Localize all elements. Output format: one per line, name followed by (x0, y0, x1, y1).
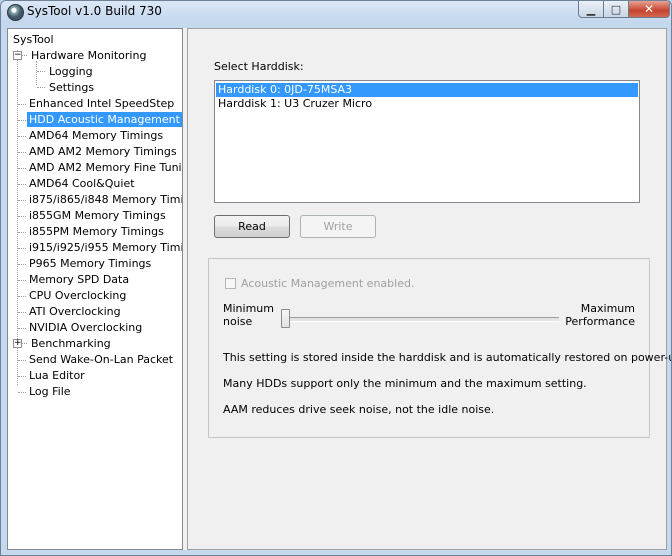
navigation-tree[interactable]: SysTool − Hardware Monitoring Logging Se… (7, 28, 183, 550)
tree-connector (18, 360, 26, 361)
client-area: SysTool − Hardware Monitoring Logging Se… (7, 28, 671, 550)
tree-connector (17, 50, 18, 385)
tree-item-benchmarking[interactable]: Benchmarking (29, 336, 113, 351)
slider-thumb[interactable] (281, 309, 290, 328)
tree-connector (18, 328, 26, 329)
maximum-performance-label: Maximum Performance (565, 302, 635, 328)
tree-connector (18, 104, 26, 105)
tree-connector (18, 312, 26, 313)
tree-item-i915-i925-i955-memory-timings[interactable]: i915/i925/i955 Memory Timings (27, 240, 182, 255)
tree-connector (18, 280, 26, 281)
info-text-support: Many HDDs support only the minimum and t… (223, 377, 587, 390)
harddisk-list-item[interactable]: Harddisk 1: U3 Cruzer Micro (216, 97, 374, 111)
harddisk-list-item[interactable]: Harddisk 0: 0JD-75MSA3 (216, 83, 638, 97)
minimum-noise-label: Minimum noise (223, 302, 274, 328)
tree-item-nvidia-overclocking[interactable]: NVIDIA Overclocking (27, 320, 144, 335)
slider-track[interactable] (287, 317, 559, 322)
info-text-noise: AAM reduces drive seek noise, not the id… (223, 403, 495, 416)
tree-connector (18, 232, 26, 233)
collapse-icon[interactable]: − (13, 51, 22, 60)
tree-item-amd-am2-memory-timings[interactable]: AMD AM2 Memory Timings (27, 144, 179, 159)
tree-connector (18, 264, 26, 265)
tree-connector (36, 61, 37, 85)
tree-item-amd-am2-memory-fine-tuning[interactable]: AMD AM2 Memory Fine Tuning (27, 160, 182, 175)
tree-connector (37, 87, 45, 88)
tree-item-amd64-memory-timings[interactable]: AMD64 Memory Timings (27, 128, 165, 143)
tree-item-i855gm-memory-timings[interactable]: i855GM Memory Timings (27, 208, 168, 223)
tree-item-i875-i865-i848-memory-timings[interactable]: i875/i865/i848 Memory Timings (27, 192, 182, 207)
tree-item-ati-overclocking[interactable]: ATI Overclocking (27, 304, 123, 319)
minimize-icon: ▁ (586, 2, 596, 16)
tree-connector (18, 136, 26, 137)
tree-connector (18, 296, 26, 297)
tree-item-amd64-cool-quiet[interactable]: AMD64 Cool&Quiet (27, 176, 137, 191)
expand-icon[interactable]: + (13, 339, 22, 348)
window-title: SysTool v1.0 Build 730 (27, 4, 162, 18)
app-window: SysTool v1.0 Build 730 ▁ □ ✕ SysTool − H… (0, 0, 672, 556)
tree-item-p965-memory-timings[interactable]: P965 Memory Timings (27, 256, 153, 271)
close-button[interactable]: ✕ (628, 1, 670, 18)
tree-connector (18, 120, 26, 121)
acoustic-settings-group: Acoustic Management enabled. Minimum noi… (208, 258, 671, 438)
maximize-button[interactable]: □ (603, 1, 629, 18)
close-icon: ✕ (643, 2, 655, 16)
maximize-icon: □ (610, 2, 622, 16)
tree-connector (22, 343, 27, 344)
minimize-button[interactable]: ▁ (578, 1, 604, 18)
info-text-storage: This setting is stored inside the harddi… (223, 351, 672, 364)
tree-connector (18, 376, 26, 377)
tree-connector (18, 200, 26, 201)
tree-item-memory-spd-data[interactable]: Memory SPD Data (27, 272, 131, 287)
tree-connector (18, 152, 26, 153)
app-icon (7, 4, 24, 21)
select-harddisk-label: Select Harddisk: (214, 60, 304, 73)
write-button[interactable]: Write (300, 215, 376, 238)
tree-item-lua-editor[interactable]: Lua Editor (27, 368, 87, 383)
tree-item-log-file[interactable]: Log File (27, 384, 73, 399)
tree-connector (37, 71, 45, 72)
tree-item-hdd-acoustic-management[interactable]: HDD Acoustic Management (27, 112, 182, 127)
tree-connector (18, 184, 26, 185)
harddisk-listbox[interactable]: Harddisk 0: 0JD-75MSA3 Harddisk 1: U3 Cru… (214, 80, 640, 203)
acoustic-enabled-label: Acoustic Management enabled. (241, 277, 415, 290)
title-bar[interactable]: SysTool v1.0 Build 730 ▁ □ ✕ (1, 1, 671, 23)
read-button[interactable]: Read (214, 215, 290, 238)
tree-item-i855pm-memory-timings[interactable]: i855PM Memory Timings (27, 224, 166, 239)
tree-connector (22, 55, 27, 56)
tree-item-enhanced-intel-speedstep[interactable]: Enhanced Intel SpeedStep (27, 96, 176, 111)
tree-connector (18, 392, 26, 393)
tree-root[interactable]: SysTool (11, 32, 56, 47)
hdd-acoustic-panel: Select Harddisk: Harddisk 0: 0JD-75MSA3 H… (187, 28, 671, 550)
tree-item-logging[interactable]: Logging (47, 64, 95, 79)
tree-connector (18, 248, 26, 249)
tree-connector (18, 216, 26, 217)
tree-item-hardware-monitoring[interactable]: Hardware Monitoring (29, 48, 148, 63)
tree-item-send-wake-on-lan-packet[interactable]: Send Wake-On-Lan Packet (27, 352, 175, 367)
tree-connector (18, 168, 26, 169)
tree-item-settings[interactable]: Settings (47, 80, 96, 95)
tree-item-cpu-overclocking[interactable]: CPU Overclocking (27, 288, 128, 303)
acoustic-enabled-checkbox[interactable] (225, 278, 236, 289)
